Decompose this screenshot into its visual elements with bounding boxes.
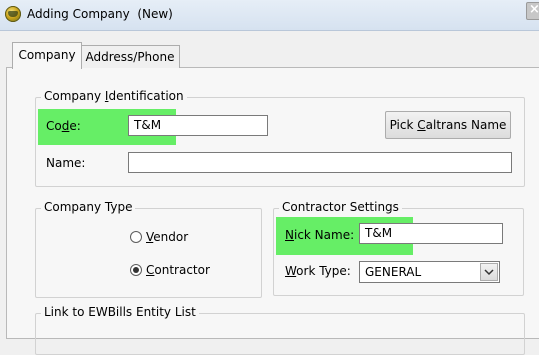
work-type-value: GENERAL (365, 265, 422, 279)
ewbills-link-title: Link to EWBills Entity List (41, 305, 199, 319)
contractor-label[interactable]: Contractor (146, 263, 210, 277)
vendor-radio[interactable] (130, 231, 142, 243)
company-type-group (35, 208, 262, 298)
work-type-select[interactable]: GENERAL (359, 261, 500, 283)
code-input[interactable]: T&M (128, 115, 268, 136)
title-bar: Adding Company (New) × (0, 0, 539, 31)
contractor-settings-title: Contractor Settings (279, 200, 402, 214)
tab-address-phone[interactable]: Address/Phone (80, 45, 180, 68)
tab-company-label: Company (18, 48, 76, 62)
tab-company[interactable]: Company (12, 42, 82, 69)
name-label: Name: (46, 156, 86, 170)
vendor-label[interactable]: Vendor (146, 230, 188, 244)
tab-address-phone-label: Address/Phone (85, 50, 175, 64)
window-title: Adding Company (New) (27, 7, 173, 21)
contractor-radio[interactable] (130, 264, 142, 276)
name-input[interactable] (128, 152, 512, 173)
work-type-dropdown-button[interactable] (480, 263, 498, 281)
chevron-down-icon (484, 269, 494, 276)
company-identification-title: Company Identification (41, 89, 187, 103)
close-icon[interactable]: × (526, 2, 539, 20)
nick-name-input[interactable]: T&M (359, 223, 503, 244)
ewbills-link-group (35, 313, 525, 355)
app-icon (5, 6, 21, 22)
company-type-title: Company Type (41, 200, 136, 214)
code-label: Code: (46, 119, 81, 133)
work-type-label: Work Type: (285, 264, 351, 278)
pick-caltrans-name-button[interactable]: Pick Caltrans Name (385, 111, 511, 139)
nick-name-label: Nick Name: (285, 228, 355, 242)
